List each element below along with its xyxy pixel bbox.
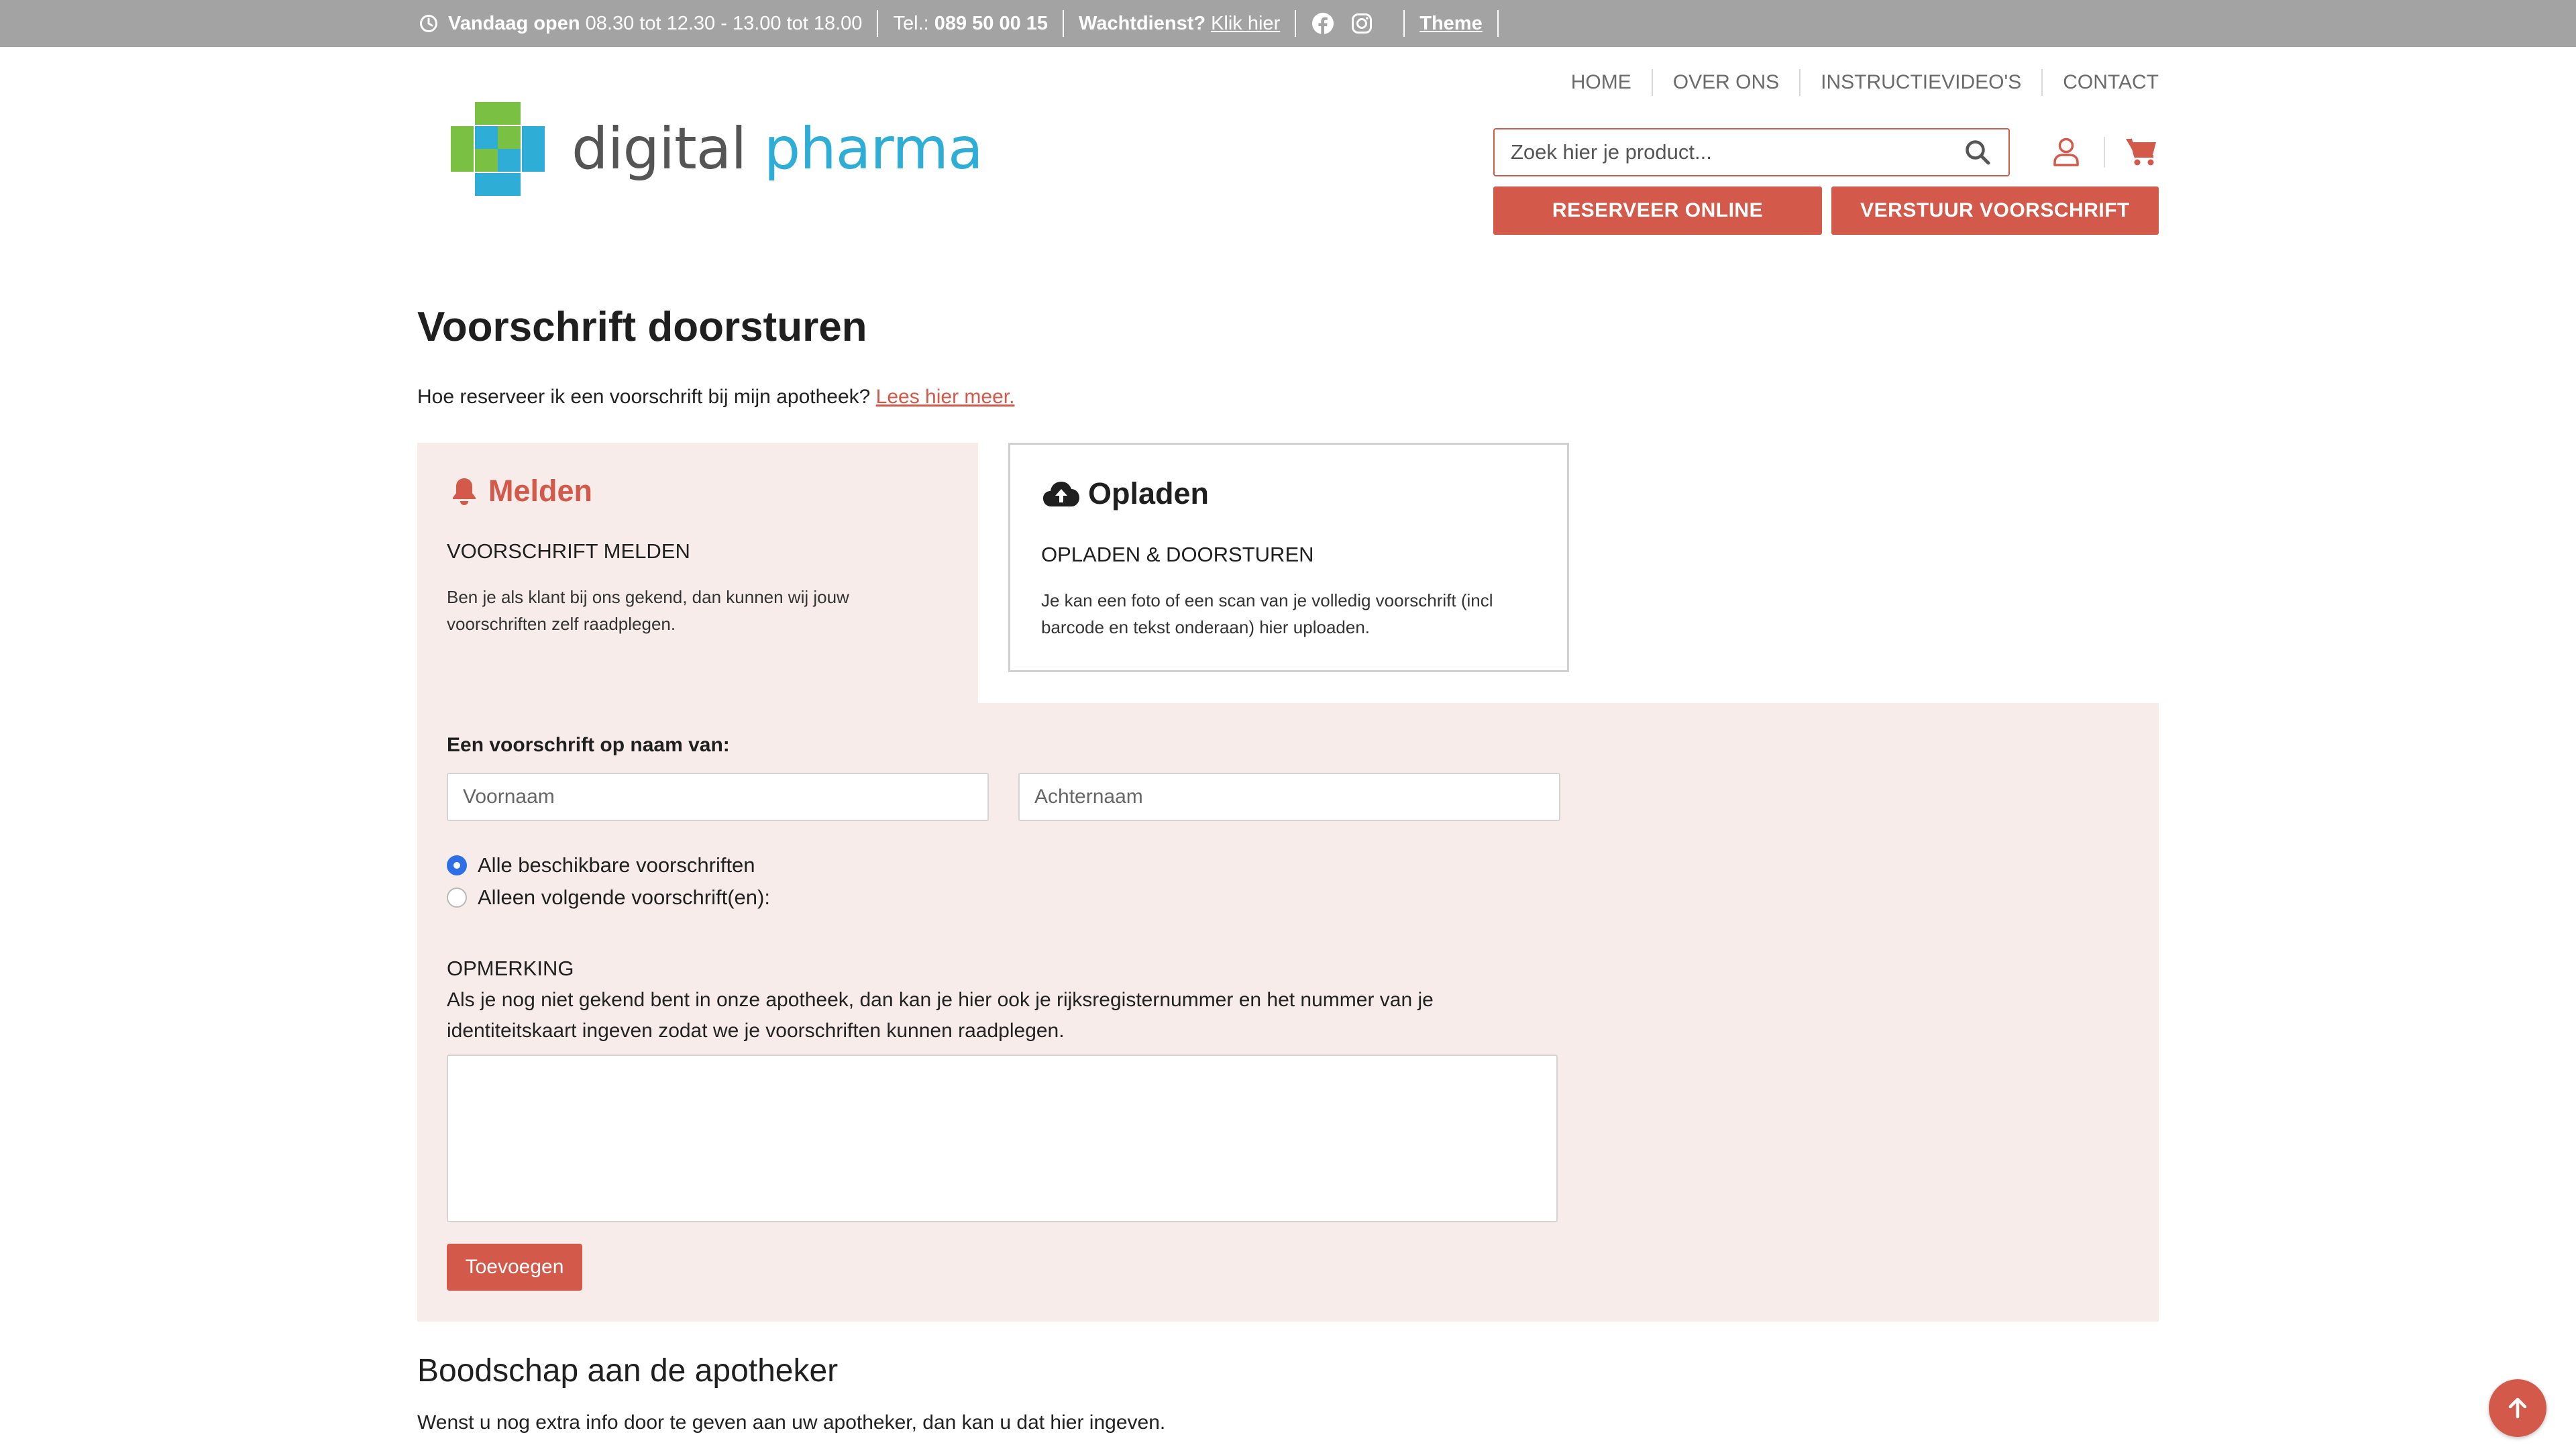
arrow-up-icon (2508, 1397, 2527, 1419)
radio-button-checked[interactable] (447, 855, 467, 875)
logo-wordmark: digital pharma (572, 115, 983, 182)
tab-opladen-subtitle: OPLADEN & DOORSTUREN (1041, 543, 1314, 566)
on-duty-label: Wachtdienst? (1079, 12, 1206, 34)
tab-melden-description: Ben je als klant bij ons gekend, dan kun… (447, 587, 849, 634)
nav-home[interactable]: HOME (1551, 71, 1652, 94)
on-duty-info: Wachtdienst? Klik hier (1079, 0, 1280, 47)
scroll-to-top-button[interactable] (2489, 1379, 2546, 1437)
reserve-online-button[interactable]: RESERVEER ONLINE (1493, 186, 1822, 235)
last-name-input[interactable] (1018, 773, 1560, 821)
send-prescription-button[interactable]: VERSTUUR VOORSCHRIFT (1831, 186, 2159, 235)
logo-part-2: pharma (763, 115, 983, 182)
divider (1497, 10, 1499, 37)
logo-part-1: digital (572, 115, 747, 182)
remark-text: Als je nog niet gekend bent in onze apot… (447, 989, 1434, 1042)
main-nav: HOME OVER ONS INSTRUCTIEVIDEO'S CONTACT (1551, 66, 2159, 99)
message-section-title: Boodschap aan de apotheker (417, 1353, 839, 1389)
search-input[interactable] (1495, 129, 1957, 175)
opening-hours-text: 08.30 tot 12.30 - 13.00 tot 18.00 (585, 12, 863, 34)
tab-opladen-header: Opladen (1041, 476, 1209, 511)
search-icon[interactable] (1957, 132, 1998, 172)
user-icon[interactable] (2047, 133, 2085, 170)
tab-melden[interactable]: Melden VOORSCHRIFT MELDEN Ben je als kla… (417, 443, 978, 704)
divider (1295, 10, 1297, 37)
phone-info: Tel.: 089 50 00 15 (893, 0, 1048, 47)
tab-opladen-title: Opladen (1088, 476, 1210, 511)
search-bar (1493, 128, 2010, 176)
opening-label: Vandaag open (448, 12, 580, 34)
logo-cross-icon (451, 102, 545, 196)
tab-melden-header: Melden (447, 474, 592, 508)
radio-all-prescriptions[interactable]: Alle beschikbare voorschriften (447, 853, 755, 877)
intro-text: Hoe reserveer ik een voorschrift bij mij… (417, 386, 1014, 409)
prescription-form-panel: Een voorschrift op naam van: Alle beschi… (417, 703, 2159, 1322)
radio-specific-prescriptions[interactable]: Alleen volgende voorschrift(en): (447, 885, 770, 910)
read-more-link[interactable]: Lees hier meer. (876, 386, 1015, 408)
remark-textarea[interactable] (447, 1055, 1558, 1222)
message-section-text: Wenst u nog extra info door te geven aan… (417, 1411, 1166, 1434)
tab-melden-title: Melden (488, 474, 593, 508)
radio-specific-label: Alleen volgende voorschrift(en): (478, 885, 770, 909)
remark-title: OPMERKING (447, 957, 574, 980)
divider (2104, 137, 2105, 168)
facebook-icon[interactable] (1311, 11, 1335, 36)
theme-link[interactable]: Theme (1419, 13, 1482, 35)
bell-icon (447, 474, 482, 508)
nav-over-ons[interactable]: OVER ONS (1653, 71, 1799, 94)
site-logo[interactable]: digital pharma (451, 102, 983, 196)
opening-hours: Vandaag open 08.30 tot 12.30 - 13.00 tot… (417, 0, 862, 47)
add-button[interactable]: Toevoegen (447, 1244, 582, 1291)
phone-number[interactable]: 089 50 00 15 (934, 13, 1048, 35)
clock-icon (417, 12, 440, 35)
cloud-upload-icon (1041, 476, 1081, 511)
intro-question: Hoe reserveer ik een voorschrift bij mij… (417, 386, 871, 408)
name-label: Een voorschrift op naam van: (447, 734, 730, 756)
cart-icon[interactable] (2123, 133, 2160, 170)
divider (1063, 10, 1065, 37)
on-duty-link[interactable]: Klik hier (1211, 13, 1280, 35)
nav-instructievideos[interactable]: INSTRUCTIEVIDEO'S (1801, 71, 2041, 94)
nav-contact[interactable]: CONTACT (2043, 71, 2159, 94)
divider (1403, 10, 1405, 37)
first-name-input[interactable] (447, 773, 989, 821)
instagram-icon[interactable] (1350, 11, 1374, 36)
divider (877, 10, 879, 37)
radio-button[interactable] (447, 888, 467, 908)
tab-melden-subtitle: VOORSCHRIFT MELDEN (447, 539, 690, 563)
tab-opladen[interactable]: Opladen OPLADEN & DOORSTUREN Je kan een … (1008, 443, 1569, 672)
top-info-bar: Vandaag open 08.30 tot 12.30 - 13.00 tot… (0, 0, 2576, 47)
phone-label: Tel.: (893, 12, 929, 34)
page-title: Voorschrift doorsturen (417, 304, 867, 350)
tab-opladen-description: Je kan een foto of een scan van je volle… (1041, 590, 1493, 637)
radio-all-label: Alle beschikbare voorschriften (478, 853, 755, 877)
